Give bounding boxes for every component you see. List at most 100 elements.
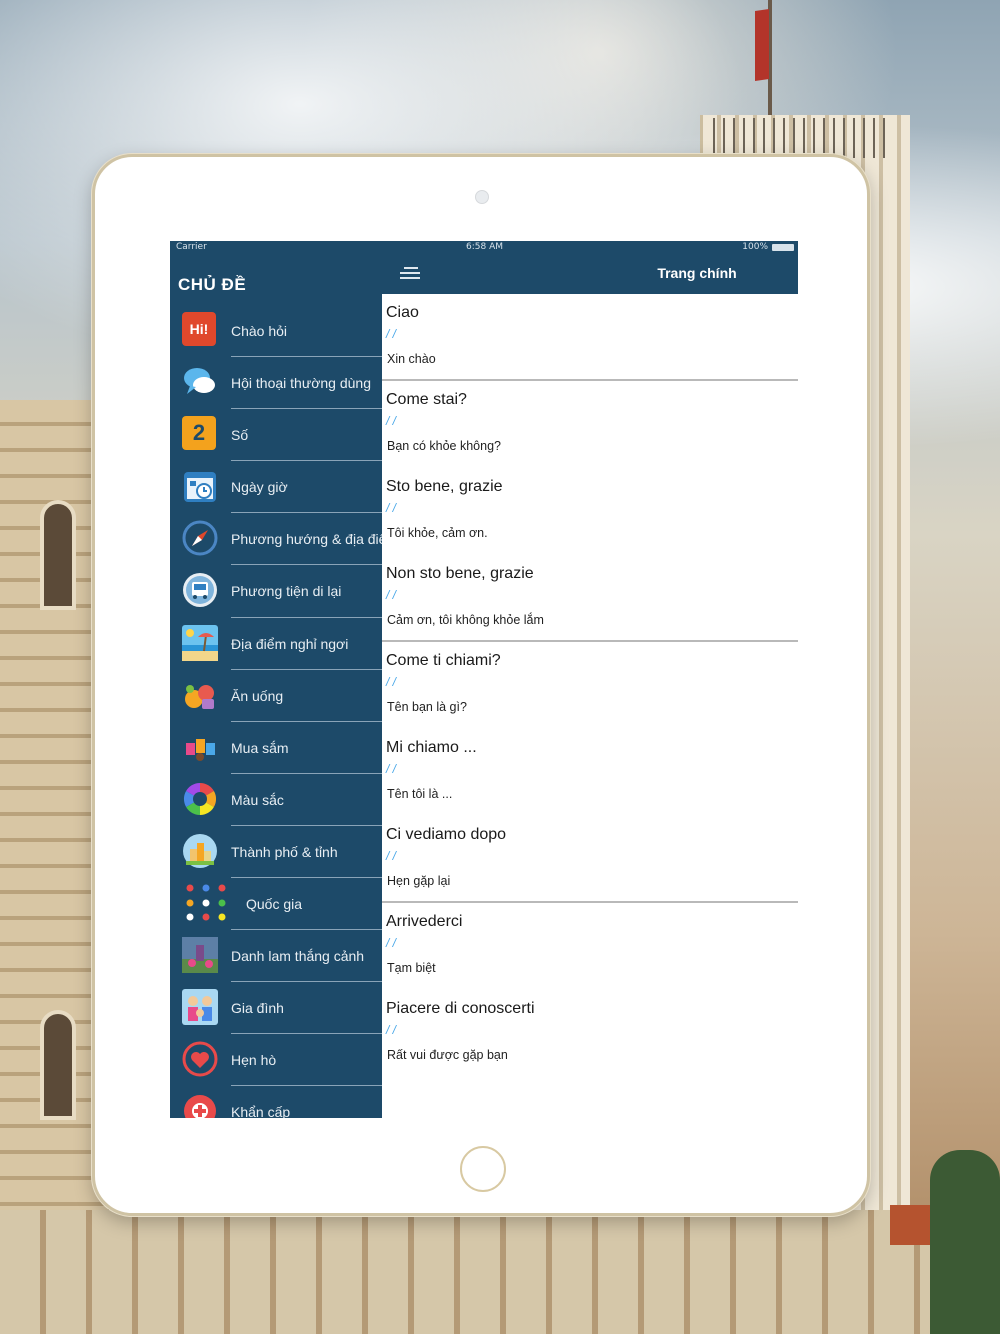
sidebar-item-label: Chào hỏi: [231, 323, 288, 339]
sidebar-item-label: Ngày giờ: [231, 479, 288, 496]
background-trees: [930, 1150, 1000, 1334]
phrase-row[interactable]: Come ti chiami? / / Tên bạn là gì?: [382, 642, 798, 729]
background-flag: [755, 9, 769, 81]
phrase-row[interactable]: Ci vediamo dopo / / Hẹn gặp lại: [382, 816, 798, 903]
flag-pins-icon: [184, 884, 234, 921]
speech-bubbles-icon: [182, 364, 218, 400]
pronunciation: / /: [386, 501, 397, 515]
phrase-row[interactable]: Non sto bene, grazie / / Cảm ơn, tôi không…: [382, 555, 798, 642]
vietnamese-translation: Tạm biệt: [387, 961, 436, 975]
pronunciation: / /: [386, 936, 397, 950]
phrase-row[interactable]: Arrivederci / / Tạm biệt: [382, 903, 798, 990]
vietnamese-translation: Hẹn gặp lại: [387, 874, 451, 888]
sidebar-item-label: Hẹn hò: [231, 1052, 277, 1069]
front-camera: [475, 190, 489, 204]
sidebar-item-label: Hội thoại thường dùng: [231, 375, 371, 392]
battery-percentage: 100%: [742, 242, 768, 252]
sidebar-item-transport[interactable]: Phương tiện di lại: [170, 565, 382, 618]
sidebar-title: CHỦ ĐỀ: [178, 275, 247, 294]
vietnamese-translation: Cảm ơn, tôi không khỏe lắm: [387, 613, 544, 627]
emergency-icon: [182, 1093, 218, 1118]
sidebar-item-cities[interactable]: Thành phố & tỉnh: [170, 826, 382, 879]
sidebar-item-food[interactable]: Ăn uống: [170, 670, 382, 722]
background-tower-railing: [705, 118, 885, 158]
color-wheel-icon: [182, 781, 218, 817]
main-content: Trang chính Ciao / / Xin chào Come stai? / /…: [382, 253, 798, 1118]
vietnamese-translation: Tên tôi là ...: [387, 787, 453, 801]
italian-phrase: Piacere di conoscerti: [386, 1000, 535, 1017]
italian-phrase: Come ti chiami?: [386, 652, 501, 669]
vietnamese-translation: Tên bạn là gì?: [387, 700, 467, 714]
phrase-row[interactable]: Come stai? / / Bạn có khỏe không?: [382, 381, 798, 468]
number-two-icon: 2: [182, 416, 216, 451]
hi-greeting-icon: Hi!: [182, 312, 216, 346]
sidebar-item-label: Ăn uống: [231, 687, 284, 704]
sidebar-item-label: Số: [231, 427, 249, 444]
hamburger-menu-icon[interactable]: [400, 267, 420, 281]
sidebar-item-label: Thành phố & tỉnh: [231, 843, 338, 860]
background-arch: [40, 1010, 76, 1120]
sidebar-item-emergency[interactable]: Khẩn cấp: [170, 1086, 382, 1118]
phrase-row[interactable]: Mi chiamo ... / / Tên tôi là ...: [382, 729, 798, 816]
italian-phrase: Mi chiamo ...: [386, 739, 477, 756]
family-icon: [182, 989, 218, 1026]
phrase-row[interactable]: Sto bene, grazie / / Tôi khỏe, cảm ơn.: [382, 468, 798, 555]
sidebar-item-label: Mua sắm: [231, 739, 289, 756]
vietnamese-translation: Bạn có khỏe không?: [387, 439, 501, 453]
pronunciation: / /: [386, 414, 397, 428]
sidebar-item-resting-places[interactable]: Địa điểm nghỉ ngơi: [170, 618, 382, 670]
compass-icon: [182, 520, 218, 556]
calendar-clock-icon: [182, 468, 218, 504]
pronunciation: / /: [386, 1023, 397, 1037]
sidebar-item-greetings[interactable]: Hi! Chào hỏi: [170, 305, 382, 358]
landmark-photo-icon: [182, 937, 218, 974]
sidebar-item-dating[interactable]: Hẹn hò: [170, 1034, 382, 1087]
phrase-row[interactable]: Piacere di conoscerti / / Rất vui được gặp…: [382, 990, 798, 1077]
sidebar-item-countries[interactable]: Quốc gia: [170, 878, 382, 931]
sidebar-item-family[interactable]: Gia đình: [170, 982, 382, 1035]
carrier-label: Carrier: [176, 242, 207, 252]
italian-phrase: Ci vediamo dopo: [386, 826, 507, 843]
clock: 6:58 AM: [466, 242, 503, 252]
sidebar-item-colors[interactable]: Màu sắc: [170, 774, 382, 826]
sidebar-item-shopping[interactable]: Mua sắm: [170, 722, 382, 774]
phrase-row[interactable]: Ciao / / Xin chào: [382, 294, 798, 381]
sidebar-item-label: Phương hướng & địa điểm: [231, 531, 382, 548]
italian-phrase: Sto bene, grazie: [386, 478, 503, 495]
sidebar-item-numbers[interactable]: 2 Số: [170, 409, 382, 462]
navigation-bar: Trang chính: [382, 253, 798, 294]
home-button[interactable]: [460, 1146, 506, 1192]
beach-icon: [182, 624, 218, 661]
background-arch: [40, 500, 76, 610]
italian-phrase: Non sto bene, grazie: [386, 565, 534, 582]
vietnamese-translation: Xin chào: [387, 352, 436, 366]
pronunciation: / /: [386, 762, 397, 776]
sidebar-item-landmarks[interactable]: Danh lam thắng cảnh: [170, 930, 382, 983]
topic-sidebar: CHỦ ĐỀ Hi! Chào hỏi Hội thoại thường dùn…: [170, 253, 382, 1118]
vietnamese-translation: Rất vui được gặp bạn: [387, 1048, 508, 1062]
sidebar-item-label: Danh lam thắng cảnh: [231, 948, 365, 965]
sidebar-item-label: Khẩn cấp: [231, 1104, 291, 1118]
sidebar-item-conversation[interactable]: Hội thoại thường dùng: [170, 357, 382, 410]
pronunciation: / /: [386, 588, 397, 602]
italian-phrase: Arrivederci: [386, 913, 463, 930]
background-buildings: [0, 1210, 1000, 1334]
sidebar-item-label: Quốc gia: [246, 896, 303, 913]
sidebar-item-directions[interactable]: Phương hướng & địa điểm: [170, 513, 382, 566]
sidebar-item-label: Màu sắc: [231, 791, 284, 808]
italian-phrase: Ciao: [386, 304, 419, 321]
pronunciation: / /: [386, 675, 397, 689]
sidebar-item-label: Phương tiện di lại: [231, 583, 342, 600]
city-icon: [182, 833, 218, 869]
topic-menu: Hi! Chào hỏi Hội thoại thường dùng 2 Số: [170, 305, 382, 1118]
page-title: Trang chính: [657, 265, 737, 281]
sidebar-item-label: Gia đình: [231, 1000, 284, 1017]
bus-icon: [182, 572, 218, 608]
app-screen: Carrier 6:58 AM 100% CHỦ ĐỀ Hi! Chào hỏi…: [170, 241, 798, 1118]
pronunciation: / /: [386, 327, 397, 341]
battery-icon: [772, 244, 794, 251]
food-icon: [182, 677, 218, 713]
vietnamese-translation: Tôi khỏe, cảm ơn.: [387, 526, 488, 540]
sidebar-item-date-time[interactable]: Ngày giờ: [170, 461, 382, 514]
italian-phrase: Come stai?: [386, 391, 467, 408]
